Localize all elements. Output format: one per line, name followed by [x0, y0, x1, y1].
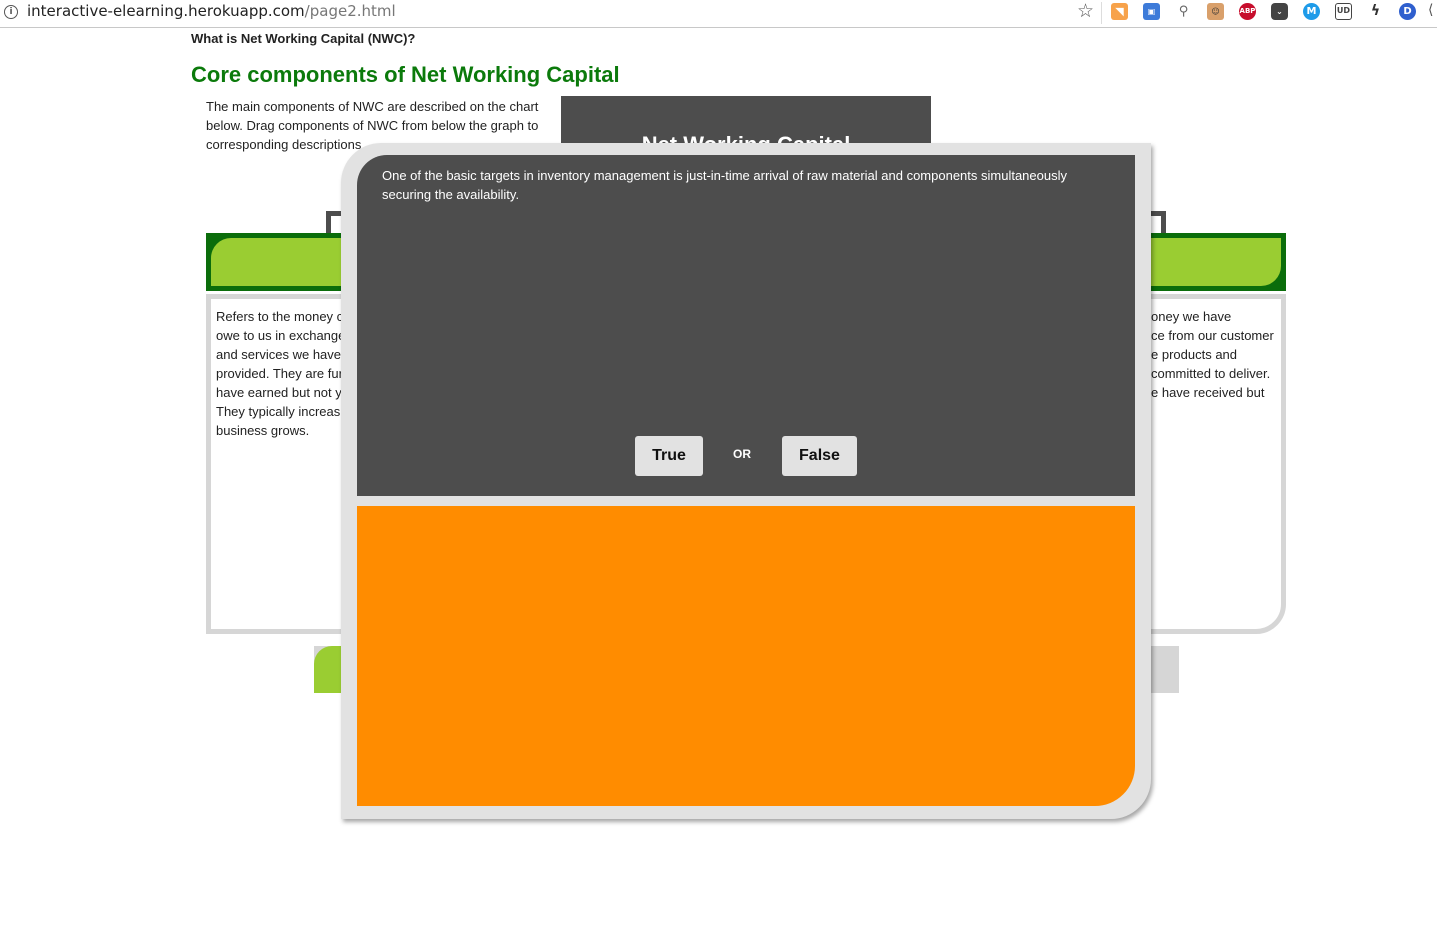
false-button[interactable]: False [782, 436, 857, 476]
quiz-modal: One of the basic targets in inventory ma… [341, 143, 1151, 819]
desc-line: ce from our customer [1151, 328, 1274, 343]
breadcrumb: What is Net Working Capital (NWC)? [191, 31, 416, 46]
menu-more-icon[interactable]: ⟨ [1428, 2, 1433, 18]
url-path: /page2.html [304, 2, 396, 20]
desc-line: e have received but [1151, 385, 1265, 400]
m-icon[interactable]: M [1303, 3, 1320, 20]
toolbar-divider [1101, 2, 1102, 24]
page-root: i interactive-elearning.herokuapp.com/pa… [0, 0, 1437, 933]
page-title: Core components of Net Working Capital [191, 62, 620, 87]
desc-line: e products and [1151, 347, 1238, 362]
bookmark-star-icon[interactable]: ☆ [1077, 0, 1094, 22]
true-button[interactable]: True [635, 436, 703, 476]
adblock-plus-icon[interactable]: ABP [1239, 3, 1256, 20]
url-host: interactive-elearning.herokuapp.com [27, 2, 305, 20]
url-field[interactable]: interactive-elearning.herokuapp.com/page… [27, 2, 396, 20]
screenshot-icon[interactable]: ▣ [1143, 3, 1160, 20]
bolt-icon[interactable]: ϟ [1367, 3, 1384, 20]
d-icon[interactable]: D [1399, 3, 1416, 20]
desc-line: oney we have [1151, 309, 1232, 324]
feedback-panel [357, 506, 1135, 806]
key-search-icon[interactable]: ⚲ [1175, 3, 1192, 20]
ud-icon[interactable]: UD [1335, 3, 1352, 20]
desc-line: committed to deliver. [1151, 366, 1271, 381]
or-label: OR [733, 447, 751, 461]
question-text: One of the basic targets in inventory ma… [382, 168, 1067, 202]
browser-address-bar: i interactive-elearning.herokuapp.com/pa… [0, 0, 1437, 28]
pocket-icon[interactable]: ⌄ [1271, 3, 1288, 20]
face-icon[interactable]: ☺ [1207, 3, 1224, 20]
rss-icon[interactable]: ◥ [1111, 3, 1128, 20]
info-icon[interactable]: i [4, 5, 18, 19]
question-panel: One of the basic targets in inventory ma… [357, 155, 1135, 496]
